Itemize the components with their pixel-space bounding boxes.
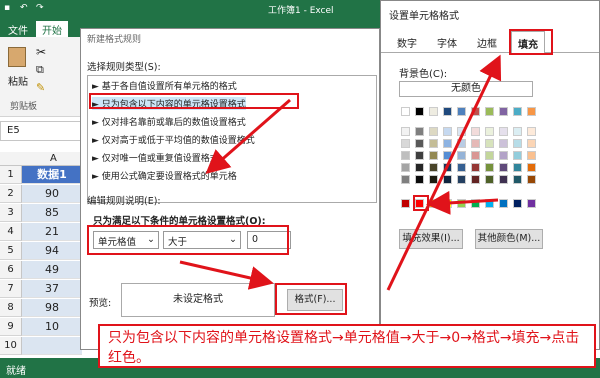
- arrow-to-format-button: [179, 260, 274, 290]
- arrow-to-red-swatch: [426, 190, 499, 215]
- annotation-arrows: [179, 54, 502, 291]
- arrow-to-fill-tab: [386, 54, 502, 291]
- arrow-to-condition: [205, 98, 291, 174]
- annotation-text: 只为包含以下内容的单元格设置格式→单元格值→大于→0→格式→填充→点击红色。: [98, 324, 596, 368]
